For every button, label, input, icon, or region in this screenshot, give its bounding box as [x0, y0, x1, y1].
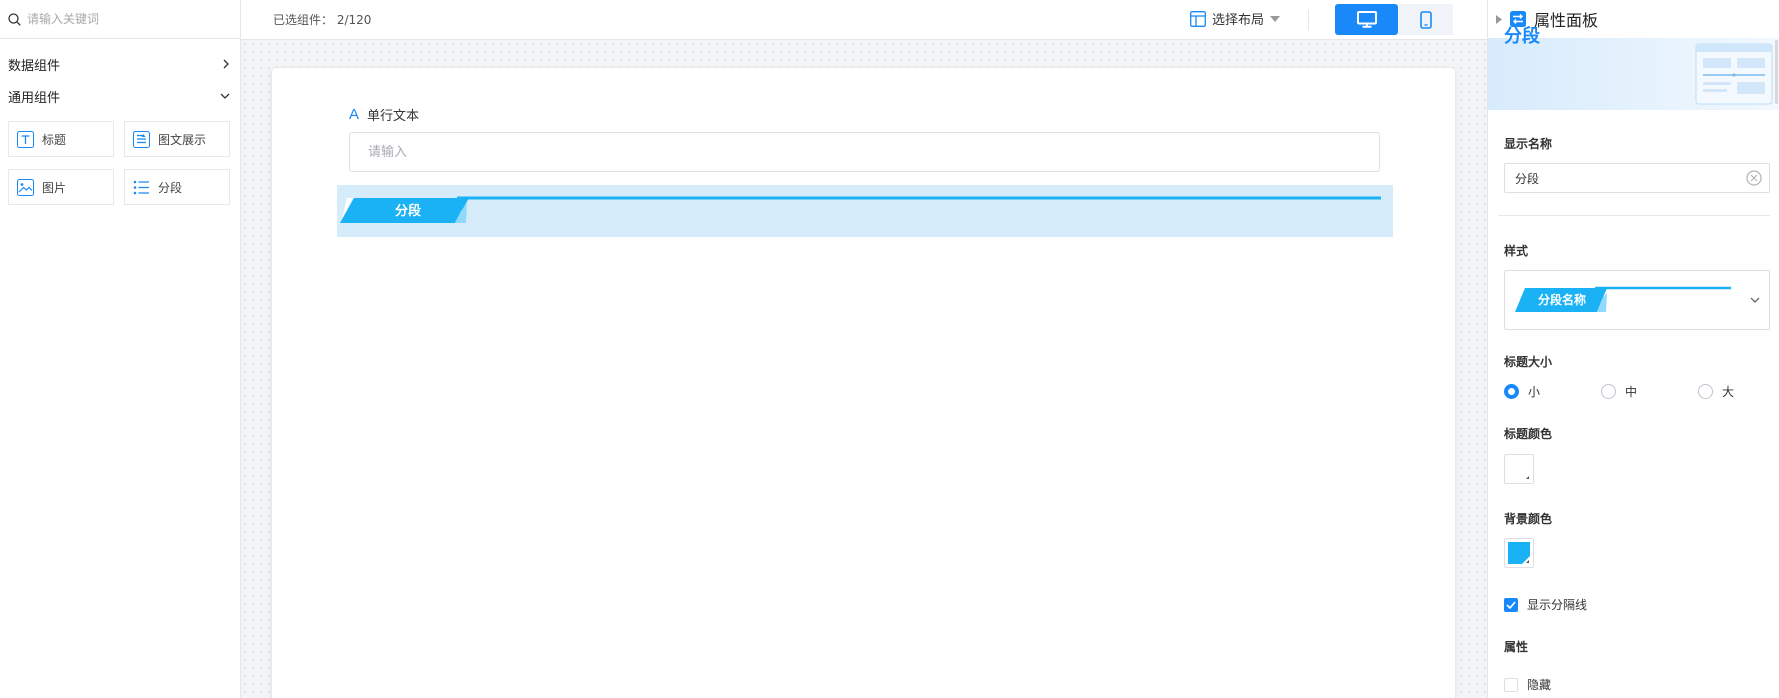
component-title[interactable]: 标题 [8, 121, 114, 157]
collapse-arrow-icon[interactable] [1496, 14, 1502, 24]
style-select[interactable]: 分段名称 [1504, 270, 1770, 330]
component-label: 图片 [42, 180, 67, 195]
radio-icon [1601, 384, 1616, 399]
component-section[interactable]: 分段 [124, 169, 230, 205]
scrollbar-thumb[interactable] [1775, 40, 1778, 104]
desktop-icon [1356, 11, 1377, 28]
display-name-input[interactable] [1504, 163, 1770, 193]
component-label: 分段 [158, 180, 183, 195]
section-title: 分段 [395, 204, 422, 219]
radio-label: 小 [1528, 385, 1541, 399]
selected-count-label: 已选组件： [273, 13, 334, 27]
selected-count-value: 2/120 [336, 13, 372, 27]
component-image[interactable]: 图片 [8, 169, 114, 205]
properties-panel: 属性面板 分段 显示名称 样式 [1487, 0, 1779, 698]
text-type-icon: A [349, 106, 360, 123]
title-size-large[interactable]: 大 [1698, 383, 1734, 400]
attributes-label: 属性 [1504, 640, 1529, 654]
text-field-label: A 单行文本 [349, 105, 419, 124]
show-divider-checkbox[interactable]: 显示分隔线 [1504, 596, 1587, 613]
checkbox-label: 隐藏 [1527, 678, 1552, 692]
chevron-down-icon [1750, 297, 1760, 304]
image-text-icon [133, 130, 150, 148]
component-banner [1488, 38, 1779, 110]
mobile-view-button[interactable] [1398, 4, 1453, 35]
layout-select-label: 选择布局 [1212, 13, 1265, 28]
checkbox-icon [1504, 677, 1518, 692]
component-image-text[interactable]: 图文展示 [124, 121, 230, 157]
layout-select[interactable]: 选择布局 [1190, 9, 1281, 28]
component-label: 图文展示 [158, 132, 207, 147]
component-panel: 数据组件 通用组件 标题 图文展示 图片 分段 [0, 0, 241, 698]
image-icon [17, 178, 34, 196]
checkbox-checked-icon [1504, 597, 1518, 612]
banner-title: 分段 [1504, 26, 1540, 47]
radio-label: 大 [1722, 385, 1735, 399]
hidden-checkbox[interactable]: 隐藏 [1504, 676, 1551, 693]
checkbox-label: 显示分隔线 [1527, 598, 1588, 612]
toolbar-divider [1308, 10, 1309, 30]
device-toggle [1335, 4, 1453, 35]
mobile-icon [1419, 10, 1432, 29]
chevron-down-icon [220, 92, 230, 100]
group-data-components[interactable]: 数据组件 [0, 50, 240, 78]
caret-down-icon [1270, 15, 1281, 22]
top-toolbar: 已选组件： 2/120 选择布局 [241, 0, 1487, 40]
chevron-right-icon [222, 59, 230, 69]
group-label: 通用组件 [8, 90, 61, 106]
display-name-label: 显示名称 [1504, 137, 1553, 151]
search-box [0, 0, 240, 39]
radio-icon [1698, 384, 1713, 399]
style-label: 样式 [1504, 244, 1529, 258]
desktop-view-button[interactable] [1335, 4, 1398, 35]
single-line-text-input[interactable] [349, 132, 1380, 172]
title-color-picker[interactable] [1504, 454, 1534, 484]
style-preview-text: 分段名称 [1538, 293, 1587, 307]
title-size-small[interactable]: 小 [1504, 383, 1540, 400]
component-label: 标题 [42, 132, 67, 147]
title-color-label: 标题颜色 [1504, 427, 1553, 441]
group-common-components[interactable]: 通用组件 [0, 82, 240, 110]
form-illustration-icon [1694, 42, 1776, 106]
clear-icon[interactable] [1746, 170, 1762, 186]
properties-panel-title: 属性面板 [1534, 11, 1599, 30]
title-size-medium[interactable]: 中 [1601, 383, 1637, 400]
radio-selected-icon [1504, 384, 1519, 399]
search-input[interactable] [27, 12, 227, 26]
bg-color-picker[interactable] [1504, 538, 1534, 568]
panel-divider [1498, 215, 1770, 216]
field-label-text: 单行文本 [367, 109, 420, 124]
radio-label: 中 [1625, 385, 1638, 399]
title-size-label: 标题大小 [1504, 355, 1553, 369]
selected-count: 已选组件： 2/120 [273, 11, 371, 28]
list-icon [133, 179, 150, 196]
title-icon [17, 130, 34, 148]
layout-icon [1190, 10, 1206, 27]
section-component[interactable]: 分段 [337, 185, 1393, 237]
search-icon [8, 12, 21, 26]
group-label: 数据组件 [8, 58, 61, 74]
bg-color-label: 背景颜色 [1504, 512, 1553, 526]
